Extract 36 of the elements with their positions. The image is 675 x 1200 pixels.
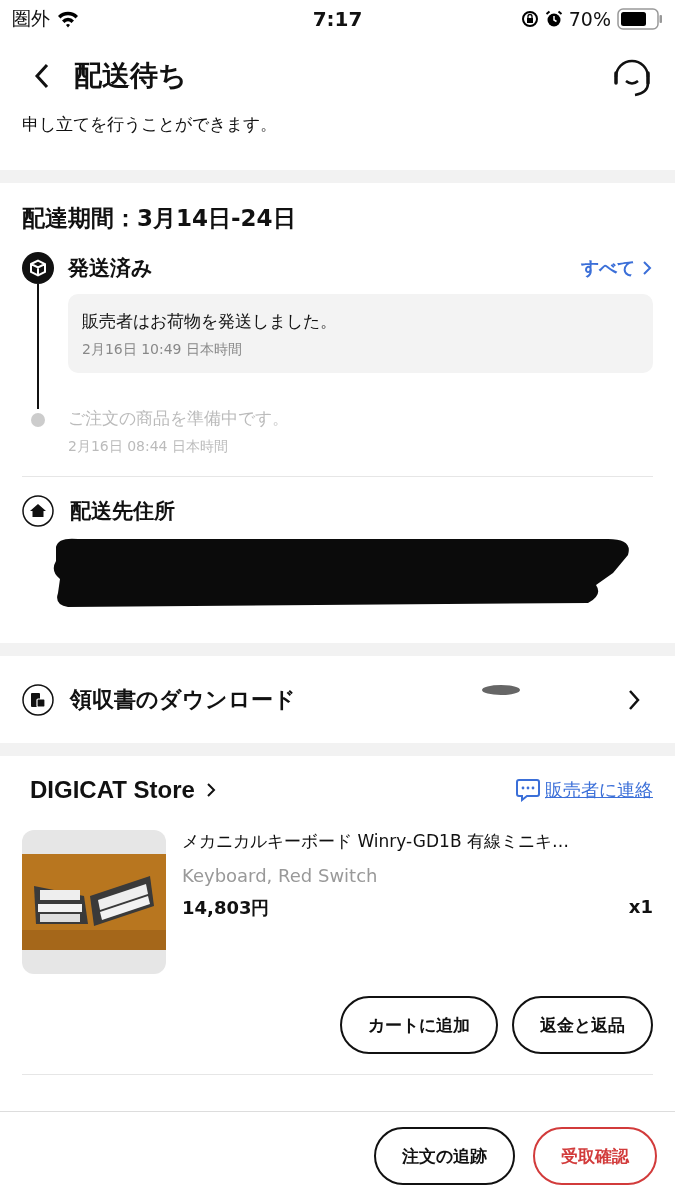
carrier-text: 圏外 <box>12 6 50 31</box>
product-quantity: x1 <box>628 896 653 919</box>
action-button[interactable]: 返金と返品 <box>512 996 653 1054</box>
back-icon[interactable] <box>34 63 50 89</box>
track-order-button[interactable]: 注文の追跡 <box>374 1127 515 1185</box>
receipt-icon <box>22 683 54 716</box>
event-message: 販売者はお荷物を発送しました。 <box>82 310 338 333</box>
chevron-icon <box>641 260 653 276</box>
rotation-lock-icon <box>520 10 539 28</box>
clock-time: 7:17 <box>312 7 363 31</box>
event-time: 2月16日 08:44 日本時間 <box>68 438 229 456</box>
product-variant: Keyboard, Red Switch <box>182 865 379 886</box>
confirm-receipt-button[interactable]: 受取確認 <box>533 1127 657 1185</box>
product-price: 14,803円 <box>182 896 270 920</box>
notice-text: 申し立てを行うことができます。 <box>22 114 277 134</box>
product-title[interactable]: メカニカルキーボード Winry-GD1B 有線ミニキ… <box>182 830 653 853</box>
delivery-period: 配達期間：3月14日-24日 <box>22 204 297 233</box>
shipment-status: 発送済み <box>68 255 153 282</box>
address-heading: 配送先住所 <box>70 498 175 525</box>
chevron-icon <box>627 688 641 711</box>
wifi-icon <box>56 10 80 28</box>
page-title: 配送待ち <box>74 58 187 94</box>
chevron-icon <box>204 781 217 799</box>
contact-seller-link[interactable]: 販売者に連絡 <box>515 778 653 802</box>
event-time: 2月16日 10:49 日本時間 <box>82 341 243 359</box>
chat-icon <box>515 778 541 802</box>
receipt-download-row[interactable]: 領収書のダウンロード <box>0 656 675 743</box>
alarm-icon <box>544 10 563 28</box>
battery-percent: 70% <box>568 8 611 30</box>
home-icon <box>22 495 54 527</box>
smudge-mark <box>481 683 521 696</box>
action-button[interactable]: カートに追加 <box>340 996 498 1054</box>
see-all-link[interactable]: すべて <box>581 256 653 280</box>
event-message: ご注文の商品を準備中です。 <box>68 407 290 430</box>
store-link[interactable]: DIGICAT Store <box>30 776 217 804</box>
battery-icon <box>617 8 663 30</box>
